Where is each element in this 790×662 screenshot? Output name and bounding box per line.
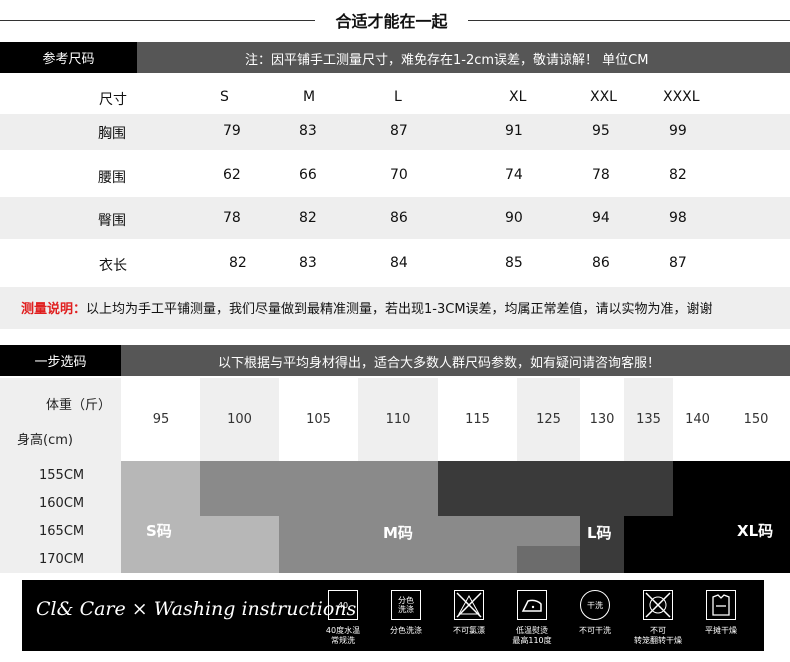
separate-wash-icon: 分色 洗涤 (391, 590, 421, 620)
size-header-cell: L (394, 89, 402, 105)
table-cell: 91 (505, 123, 523, 139)
table-cell: 86 (390, 210, 408, 226)
table-cell: 82 (229, 255, 247, 271)
size-label-m: M码 (383, 524, 413, 542)
size-label-s: S码 (146, 522, 172, 540)
weight-cell: 135 (624, 378, 673, 461)
fit-section-label: 一步选码 (0, 345, 121, 376)
weight-cell: 125 (517, 378, 580, 461)
weight-cell: 150 (722, 378, 790, 461)
table-cell: 70 (390, 167, 408, 183)
table-cell: 99 (669, 123, 687, 139)
height-axis-label: 身高(cm) (17, 433, 73, 448)
table-cell: 78 (592, 167, 610, 183)
size-label-xl: XL码 (737, 522, 774, 540)
m-block-top (200, 461, 438, 516)
weight-axis-label: 体重（斤） (46, 398, 112, 413)
table-cell: 98 (669, 210, 687, 226)
iron-low-icon (517, 590, 547, 620)
wash-40-icon: 40 (328, 590, 358, 620)
table-cell: 84 (390, 255, 408, 271)
table-cell: 83 (299, 255, 317, 271)
weight-cell: 100 (200, 378, 279, 461)
weight-cell: 115 (438, 378, 517, 461)
table-cell: 94 (592, 210, 610, 226)
table-cell: 95 (592, 123, 610, 139)
washing-label: 不可干洗 (579, 626, 611, 635)
fit-note: 以下根据与平均身材得出，适合大多数人群尺码参数，如有疑问请咨询客服！ (218, 356, 661, 371)
washing-label: 分色洗涤 (390, 626, 422, 635)
table-cell: 82 (669, 167, 687, 183)
table-cell: 74 (505, 167, 523, 183)
l-block-low (517, 546, 580, 573)
no-dryclean-icon: 干洗 (580, 590, 610, 620)
size-header-cell: XXL (590, 89, 617, 105)
row-label: 衣长 (99, 258, 127, 274)
title-divider-left (0, 20, 315, 21)
table-cell: 66 (299, 167, 317, 183)
table-cell: 62 (223, 167, 241, 183)
size-header-cell: S (220, 89, 229, 105)
m-block-bottom (279, 546, 517, 573)
weight-cell: 95 (121, 378, 201, 461)
weight-cell: 105 (279, 378, 358, 461)
page-title: 合适才能在一起 (335, 12, 448, 31)
washing-label: 不可氯漂 (453, 626, 485, 635)
table-cell: 83 (299, 123, 317, 139)
height-cell: 170CM (39, 552, 85, 567)
table-cell: 87 (390, 123, 408, 139)
size-header-cell: M (303, 89, 316, 105)
row-label: 腰围 (98, 170, 126, 186)
size-header-label: 尺寸 (99, 92, 127, 108)
washing-label: 40度水温 常规洗 (325, 626, 361, 645)
washing-label: 不可 转笼翻转干燥 (634, 626, 682, 645)
row-label: 臀围 (98, 213, 126, 229)
table-cell: 82 (299, 210, 317, 226)
table-cell: 87 (669, 255, 687, 271)
washing-label: 平摊干燥 (705, 626, 737, 635)
title-divider-right (468, 20, 790, 21)
table-cell: 85 (505, 255, 523, 271)
m-block (279, 516, 580, 546)
height-cell: 155CM (39, 468, 85, 483)
row-label: 胸围 (98, 126, 126, 142)
height-cell: 160CM (39, 496, 85, 511)
flat-dry-icon (706, 590, 736, 620)
xl-block (673, 461, 790, 573)
xl-block-low (624, 516, 673, 573)
washing-label: 低温熨烫 最高110度 (512, 626, 552, 645)
table-cell: 78 (223, 210, 241, 226)
size-note: 注：因平铺手工测量尺寸，难免存在1-2cm误差，敬请谅解！ 单位CM (245, 53, 649, 68)
size-section-label: 参考尺码 (0, 42, 137, 73)
no-tumble-dry-icon (643, 590, 673, 620)
l-block (438, 461, 673, 516)
no-bleach-icon (454, 590, 484, 620)
table-cell: 86 (592, 255, 610, 271)
washing-title: Cl& Care × Washing instructions (36, 598, 357, 620)
weight-cell: 110 (358, 378, 438, 461)
size-header-cell: XXXL (663, 89, 700, 105)
size-header-cell: XL (509, 89, 527, 105)
weight-cell: 130 (580, 378, 624, 461)
weight-cell: 140 (673, 378, 722, 461)
size-label-l: L码 (587, 524, 612, 542)
measure-note: 测量说明：以上均为手工平铺测量，我们尽量做到最精准测量，若出现1-3CM误差，均… (21, 298, 713, 317)
measure-text: 以上均为手工平铺测量，我们尽量做到最精准测量，若出现1-3CM误差，均属正常差值… (86, 302, 713, 317)
measure-label: 测量说明： (21, 302, 87, 317)
table-cell: 79 (223, 123, 241, 139)
table-cell: 90 (505, 210, 523, 226)
height-cell: 165CM (39, 524, 85, 539)
